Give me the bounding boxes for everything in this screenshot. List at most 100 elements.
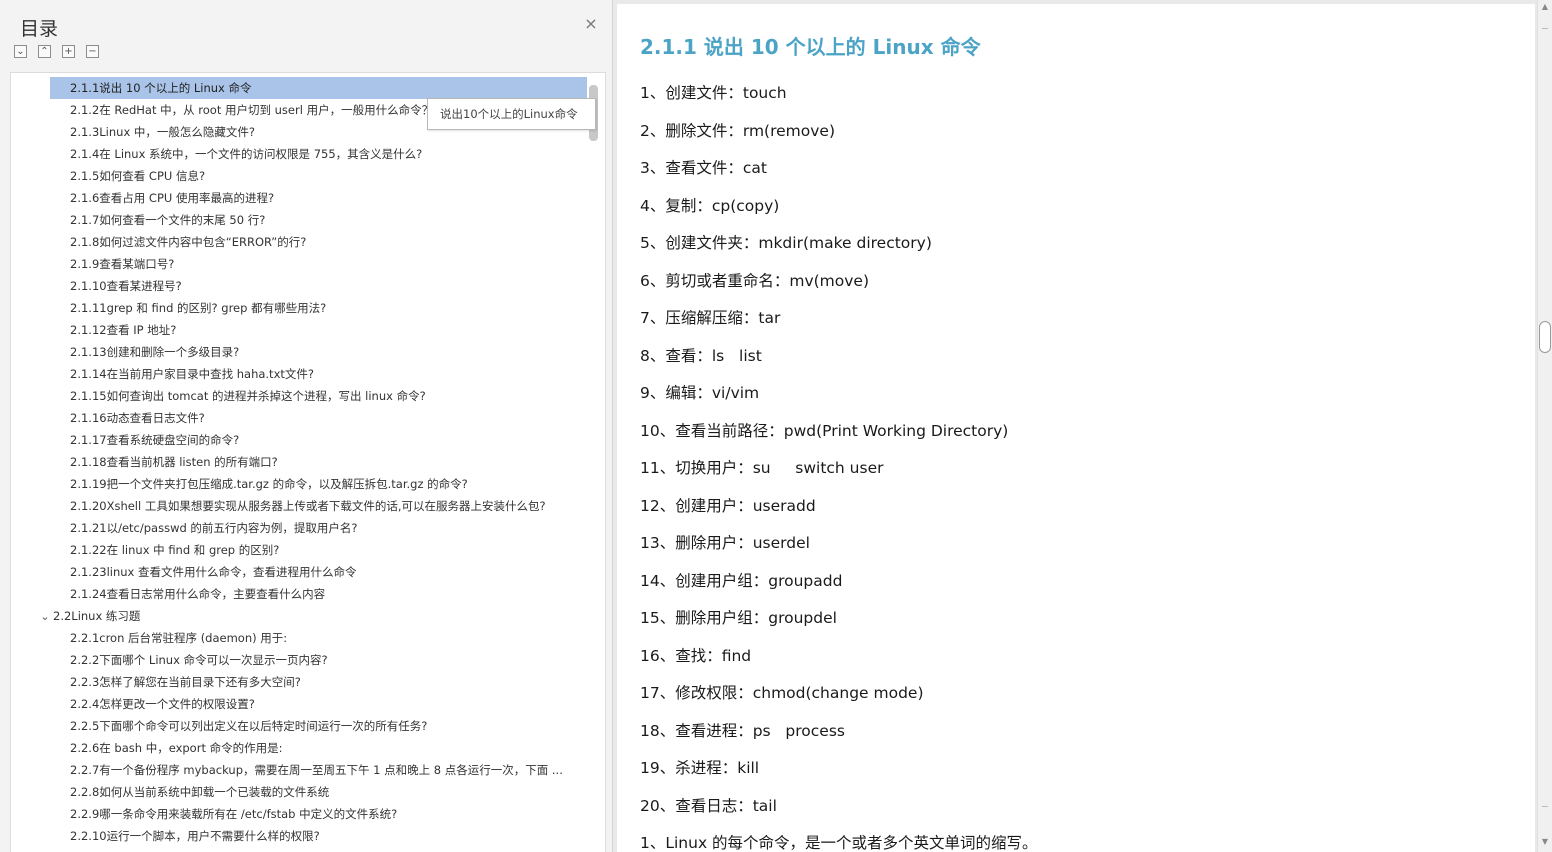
command-line: 6、剪切或者重命名：mv(move) (640, 271, 870, 290)
toc-item-label: 2.2.8如何从当前系统中卸载一个已装载的文件系统 (70, 785, 330, 799)
toc-item[interactable]: 2.1.21以/etc/passwd 的前五行内容为例，提取用户名? (70, 517, 590, 539)
command-line: 11、切换用户：su switch user (640, 459, 884, 477)
command-line: 19、杀进程：kill (640, 759, 760, 777)
toc-item[interactable]: 2.1.10查看某进程号? (70, 275, 590, 297)
command-line: 12、创建用户：useradd (640, 496, 816, 515)
toc-item-label: 2.1.16动态查看日志文件? (70, 411, 205, 425)
toc-tooltip: 说出10个以上的Linux命令 (427, 98, 596, 130)
document-scrollbar[interactable]: ▲ ▼ (1537, 0, 1552, 852)
toc-item[interactable]: 2.2.10运行一个脚本，用户不需要什么样的权限? (70, 825, 590, 847)
expand-all-icon[interactable]: ⌃ (38, 45, 51, 58)
toc-item-label: 2.2.5下面哪个命令可以列出定义在以后特定时间运行一次的所有任务? (70, 719, 428, 733)
scrollbar-mark (1542, 806, 1548, 807)
toc-item-label: 2.1.22在 linux 中 find 和 grep 的区别? (70, 543, 280, 557)
document-area: 2.1.1 说出 10 个以上的 Linux 命令 1、创建文件：touch 2、… (614, 0, 1552, 852)
collapse-all-icon[interactable]: ⌄ (14, 45, 27, 58)
command-line: 7、压缩解压缩：tar (640, 309, 781, 327)
toc-title: 目录 (20, 18, 59, 40)
close-icon[interactable]: × (583, 16, 599, 32)
toc-item[interactable]: 2.1.5如何查看 CPU 信息? (70, 165, 590, 187)
toc-item[interactable]: 2.2.3怎样了解您在当前目录下还有多大空间? (70, 671, 590, 693)
toc-item[interactable]: 2.1.13创建和删除一个多级目录? (70, 341, 590, 363)
command-line: 18、查看进程：ps process (640, 721, 845, 740)
toc-item-label: 2.1.1说出 10 个以上的 Linux 命令 (70, 81, 252, 95)
toc-item-label: 2.2.9哪一条命令用来装载所有在 /etc/fstab 中定义的文件系统? (70, 807, 398, 821)
toc-item-label: 2.2Linux 练习题 (53, 609, 141, 623)
toc-item[interactable]: 2.1.4在 Linux 系统中，一个文件的访问权限是 755，其含义是什么? (70, 143, 590, 165)
toc-item-label: 2.2.4怎样更改一个文件的权限设置? (70, 697, 255, 711)
toc-item[interactable]: 2.2.1cron 后台常驻程序 (daemon) 用于: (70, 627, 590, 649)
toc-item-label: 2.1.12查看 IP 地址? (70, 323, 177, 337)
toc-item[interactable]: 2.1.11grep 和 find 的区别? grep 都有哪些用法? (70, 297, 590, 319)
toc-item-label: 2.1.15如何查询出 tomcat 的进程并杀掉这个进程，写出 linux 命… (70, 389, 426, 403)
toc-item-label: 2.1.2在 RedHat 中，从 root 用户切到 userl 用户，一般用… (70, 103, 434, 117)
command-line: 14、创建用户组：groupadd (640, 571, 843, 590)
command-line: 10、查看当前路径：pwd(Print Working Directory) (640, 421, 1009, 440)
toc-item-label: 2.1.20Xshell 工具如果想要实现从服务器上传或者下载文件的话,可以在服… (70, 499, 546, 513)
toc-item-label: 2.1.9查看某端口号? (70, 257, 175, 271)
toc-item-label: 2.1.24查看日志常用什么命令，主要查看什么内容 (70, 587, 326, 601)
toc-list-container: 2.1.1说出 10 个以上的 Linux 命令 2.1.2在 RedHat 中，… (10, 72, 606, 852)
toc-scrollbar[interactable] (589, 81, 599, 851)
toc-item[interactable]: 2.1.17查看系统硬盘空间的命令? (70, 429, 590, 451)
toc-item-label: 2.1.13创建和删除一个多级目录? (70, 345, 240, 359)
toc-item[interactable]: 2.2.5下面哪个命令可以列出定义在以后特定时间运行一次的所有任务? (70, 715, 590, 737)
toc-item-label: 2.2.2下面哪个 Linux 命令可以一次显示一页内容? (70, 653, 328, 667)
toc-item[interactable]: 2.2.7有一个备份程序 mybackup，需要在周一至周五下午 1 点和晚上 … (70, 759, 590, 781)
toc-item[interactable]: 2.1.7如何查看一个文件的末尾 50 行? (70, 209, 590, 231)
toc-item[interactable]: 2.2.4怎样更改一个文件的权限设置? (70, 693, 590, 715)
toc-item[interactable]: 2.1.19把一个文件夹打包压缩成.tar.gz 的命令，以及解压拆包.tar.… (70, 473, 590, 495)
toc-item[interactable]: 2.1.20Xshell 工具如果想要实现从服务器上传或者下载文件的话,可以在服… (70, 495, 590, 517)
toc-item-label: 2.2.10运行一个脚本，用户不需要什么样的权限? (70, 829, 320, 843)
toc-item[interactable]: 2.1.6查看占用 CPU 使用率最高的进程? (70, 187, 590, 209)
toc-item[interactable]: 2.1.18查看当前机器 listen 的所有端口? (70, 451, 590, 473)
toc-item[interactable]: 2.1.23linux 查看文件用什么命令，查看进程用什么命令 (70, 561, 590, 583)
toc-item[interactable]: 2.1.1说出 10 个以上的 Linux 命令 (50, 77, 587, 99)
toc-item[interactable]: 2.2.2下面哪个 Linux 命令可以一次显示一页内容? (70, 649, 590, 671)
document-page: 2.1.1 说出 10 个以上的 Linux 命令 1、创建文件：touch 2、… (617, 4, 1535, 852)
toc-item-label: 2.1.3Linux 中，一般怎么隐藏文件? (70, 125, 256, 139)
toc-item-label: 2.1.18查看当前机器 listen 的所有端口? (70, 455, 278, 469)
toc-item[interactable]: 2.1.14在当前用户家目录中查找 haha.txt文件? (70, 363, 590, 385)
toc-item-label: 2.1.4在 Linux 系统中，一个文件的访问权限是 755，其含义是什么? (70, 147, 423, 161)
toc-item[interactable]: 2.2.8如何从当前系统中卸载一个已装载的文件系统 (70, 781, 590, 803)
toc-item-label: 2.2.3怎样了解您在当前目录下还有多大空间? (70, 675, 301, 689)
toc-item[interactable]: 2.1.24查看日志常用什么命令，主要查看什么内容 (70, 583, 590, 605)
toc-item[interactable]: 2.1.16动态查看日志文件? (70, 407, 590, 429)
command-line: 1、Linux 的每个命令，是一个或者多个英文单词的缩写。 (640, 834, 1038, 852)
toc-item[interactable]: 2.1.12查看 IP 地址? (70, 319, 590, 341)
remove-bookmark-icon[interactable]: − (86, 45, 99, 58)
scroll-up-arrow-icon[interactable]: ▲ (1541, 3, 1549, 11)
scroll-down-arrow-icon[interactable]: ▼ (1541, 838, 1549, 846)
toc-panel: 目录 × ⌄ ⌃ + − 2.1.1说出 10 个以上的 Linux 命令 2.1… (0, 0, 613, 852)
toc-item[interactable]: 2.1.9查看某端口号? (70, 253, 590, 275)
add-bookmark-icon[interactable]: + (62, 45, 75, 58)
command-line: 3、查看文件：cat (640, 159, 767, 177)
toc-item-label: 2.1.11grep 和 find 的区别? grep 都有哪些用法? (70, 301, 327, 315)
toc-item[interactable]: 2.2.9哪一条命令用来装载所有在 /etc/fstab 中定义的文件系统? (70, 803, 590, 825)
command-line: 9、编辑：vi/vim (640, 384, 760, 402)
toc-item-label: 2.2.1cron 后台常驻程序 (daemon) 用于: (70, 631, 288, 645)
command-line: 20、查看日志：tail (640, 796, 777, 815)
toc-item[interactable]: 2.2.6在 bash 中，export 命令的作用是: (70, 737, 590, 759)
toc-item-label: 2.1.14在当前用户家目录中查找 haha.txt文件? (70, 367, 314, 381)
section-heading: 2.1.1 说出 10 个以上的 Linux 命令 (640, 35, 981, 59)
toc-item[interactable]: 2.1.15如何查询出 tomcat 的进程并杀掉这个进程，写出 linux 命… (70, 385, 590, 407)
command-line: 5、创建文件夹：mkdir(make directory) (640, 234, 932, 252)
toc-item-label: 2.1.6查看占用 CPU 使用率最高的进程? (70, 191, 275, 205)
toc-section-item[interactable]: ⌄ 2.2Linux 练习题 (37, 605, 577, 627)
toc-item-label: 2.1.8如何过滤文件内容中包含“ERROR”的行? (70, 235, 307, 249)
document-scrollbar-thumb[interactable] (1539, 321, 1551, 353)
toc-item-label: 2.2.7有一个备份程序 mybackup，需要在周一至周五下午 1 点和晚上 … (70, 763, 563, 777)
toc-item-label: 2.1.10查看某进程号? (70, 279, 182, 293)
toc-item[interactable]: 2.1.22在 linux 中 find 和 grep 的区别? (70, 539, 590, 561)
command-line: 8、查看：ls list (640, 346, 762, 365)
command-line: 2、删除文件：rm(remove) (640, 121, 836, 140)
toc-item-label: 2.1.7如何查看一个文件的末尾 50 行? (70, 213, 266, 227)
toc-item[interactable]: 2.1.8如何过滤文件内容中包含“ERROR”的行? (70, 231, 590, 253)
chevron-down-icon[interactable]: ⌄ (37, 606, 53, 627)
toc-item-label: 2.1.5如何查看 CPU 信息? (70, 169, 206, 183)
pdf-reader-window: 目录 × ⌄ ⌃ + − 2.1.1说出 10 个以上的 Linux 命令 2.1… (0, 0, 1552, 852)
command-line: 1、创建文件：touch (640, 84, 787, 102)
command-line: 4、复制：cp(copy) (640, 196, 780, 215)
